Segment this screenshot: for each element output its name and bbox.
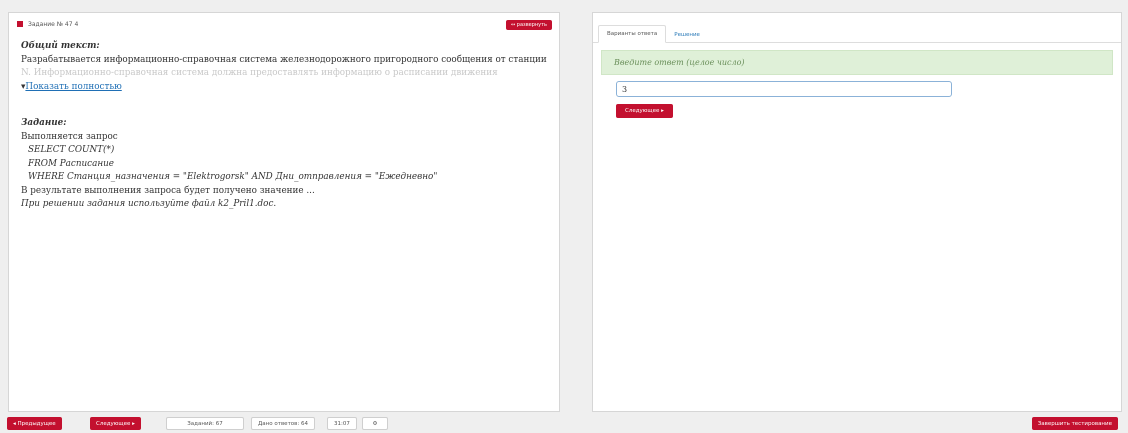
next-button[interactable]: Следующее ▸ <box>90 417 141 430</box>
finish-test-button[interactable]: Завершить тестирование <box>1031 417 1118 430</box>
tab-solution[interactable]: Решение <box>666 27 708 43</box>
show-all-label[interactable]: Показать полностью <box>25 82 121 92</box>
footer-bar: ◂ Предыдущее Следующее ▸ Заданий: 67 Дан… <box>0 417 1128 433</box>
show-all-link[interactable]: ▾Показать полностью <box>21 81 547 95</box>
answer-panel: Варианты ответа Решение Введите ответ (ц… <box>592 12 1122 412</box>
hint-text: При решении задания используйте файл k2_… <box>21 199 277 209</box>
result-text: В результате выполнения запроса будет по… <box>21 185 315 196</box>
next-answer-button[interactable]: Следующее ▸ <box>616 104 673 118</box>
query-intro: Выполняется запрос <box>21 131 118 142</box>
task-heading: Задание: <box>21 118 67 128</box>
general-text-line-faded: N. Информационно-справочная система долж… <box>21 68 498 78</box>
task-header: Задание № 47 4 <box>9 13 559 35</box>
answers-count: Дано ответов: 64 <box>251 417 315 430</box>
task-panel: Задание № 47 4 ↔ развернуть Общий текст:… <box>8 12 560 412</box>
general-text-heading: Общий текст: <box>21 41 100 51</box>
code-line: SELECT COUNT(*) <box>28 145 115 155</box>
task-number: Задание № 47 4 <box>28 20 79 28</box>
code-line: WHERE Станция_назначения = "Elektrogorsk… <box>28 172 438 182</box>
task-marker-icon <box>17 21 23 27</box>
timer: 31:07 <box>327 417 357 430</box>
answer-input[interactable] <box>616 81 952 97</box>
settings-gear-icon[interactable]: ⚙ <box>362 417 388 430</box>
general-text-line: Разрабатывается информационно-справочная… <box>21 54 547 65</box>
code-line: FROM Расписание <box>28 158 115 169</box>
expand-button[interactable]: ↔ развернуть <box>506 20 552 30</box>
tasks-count: Заданий: 67 <box>166 417 244 430</box>
answer-prompt: Введите ответ (целое число) <box>601 50 1113 75</box>
answer-tabs: Варианты ответа Решение <box>593 13 1121 43</box>
task-content: Общий текст: Разрабатывается информацион… <box>9 35 559 216</box>
tab-answer-options[interactable]: Варианты ответа <box>598 25 667 43</box>
prev-button[interactable]: ◂ Предыдущее <box>7 417 62 430</box>
